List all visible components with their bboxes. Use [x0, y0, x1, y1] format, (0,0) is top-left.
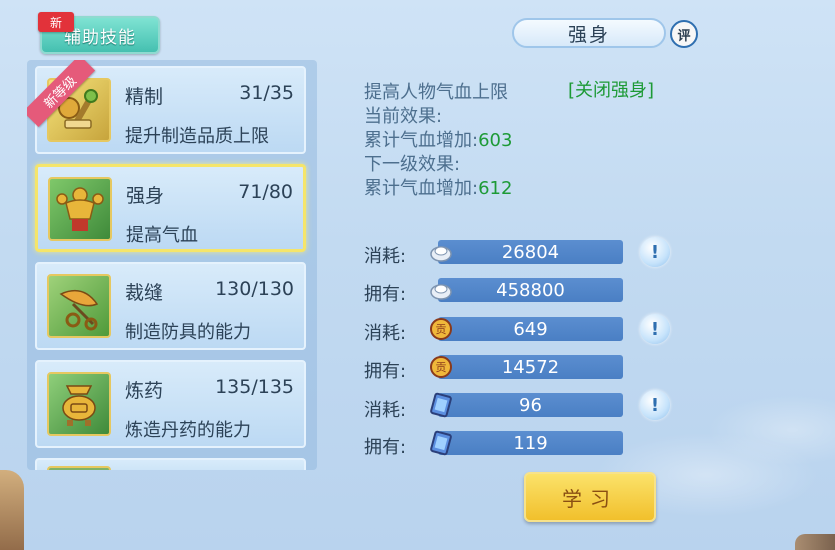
skill-name: 裁缝 [125, 282, 164, 304]
rate-icon[interactable]: 评 [670, 20, 698, 48]
tab-label: 辅助技能 [64, 27, 136, 48]
silver-icon [428, 239, 454, 265]
skill-effect-description: 提高人物气血上限 [364, 82, 508, 103]
current-effect-label: 当前效果: [364, 106, 443, 127]
silver-icon [428, 277, 454, 303]
alchemy-cauldron-icon [47, 372, 111, 436]
skill-icon-partial [47, 466, 111, 470]
current-effect-line: 累计气血增加:603 [364, 126, 512, 152]
silver-owned-value: 458800 [438, 278, 623, 302]
book-cost-value: 96 [438, 393, 623, 417]
toggle-skill-link[interactable]: [关闭强身] [568, 76, 654, 102]
skill-name: 精制 [125, 86, 164, 108]
skill-level: 130/130 [215, 278, 294, 300]
strong-body-icon [48, 177, 112, 241]
skill-description: 制造防具的能力 [125, 322, 251, 343]
book-icon [428, 392, 454, 418]
cost-label: 消耗: [364, 246, 407, 267]
cost-label: 消耗: [364, 323, 407, 344]
skill-title: 强身 [512, 18, 666, 48]
contribution-icon: 贡 [428, 316, 454, 342]
new-badge: 新 [38, 12, 74, 32]
corner-decoration-right [795, 534, 835, 550]
owned-label: 拥有: [364, 284, 407, 305]
book-owned-value: 119 [438, 431, 623, 455]
owned-label: 拥有: [364, 361, 407, 382]
corner-decoration-left [0, 470, 24, 550]
svg-text:贡: 贡 [436, 323, 447, 336]
owned-label: 拥有: [364, 437, 407, 458]
info-icon[interactable]: ! [640, 314, 670, 344]
skill-card-refine[interactable]: 新等级 精制 31/35 提升制造品质上限 [27, 60, 306, 154]
skill-name: 炼药 [125, 380, 164, 402]
skill-list[interactable]: 新等级 精制 31/35 提升制造品质上限 强身 71/80 提高气血 裁缝 1… [27, 60, 317, 470]
skill-name: 强身 [126, 185, 165, 207]
tailoring-scissors-icon [47, 274, 111, 338]
next-effect-line: 累计气血增加:612 [364, 174, 512, 200]
skill-card-alchemy[interactable]: 炼药 135/135 炼造丹药的能力 [35, 360, 306, 448]
skill-level: 31/35 [239, 82, 294, 104]
info-icon[interactable]: ! [640, 237, 670, 267]
current-hp-value: 603 [478, 130, 513, 151]
silver-cost-value: 26804 [438, 240, 623, 264]
info-icon[interactable]: ! [640, 390, 670, 420]
skill-level: 135/135 [215, 376, 294, 398]
next-hp-value: 612 [478, 178, 513, 199]
contribution-owned-value: 14572 [438, 355, 623, 379]
learn-button[interactable]: 学习 [524, 472, 656, 522]
skill-card-partial[interactable] [35, 458, 306, 470]
skill-card-tailoring[interactable]: 裁缝 130/130 制造防具的能力 [35, 262, 306, 350]
next-effect-label: 下一级效果: [364, 154, 461, 175]
skill-level: 71/80 [238, 181, 293, 203]
next-hp-label: 累计气血增加: [364, 178, 479, 199]
skill-description: 提高气血 [126, 225, 198, 246]
skill-description: 提升制造品质上限 [125, 126, 269, 147]
skill-description: 炼造丹药的能力 [125, 420, 251, 441]
contribution-icon: 贡 [428, 354, 454, 380]
current-hp-label: 累计气血增加: [364, 130, 479, 151]
skill-card-strong-body[interactable]: 强身 71/80 提高气血 [35, 164, 306, 252]
cost-label: 消耗: [364, 400, 407, 421]
contribution-cost-value: 649 [438, 317, 623, 341]
book-icon [428, 430, 454, 456]
svg-text:贡: 贡 [436, 361, 447, 374]
